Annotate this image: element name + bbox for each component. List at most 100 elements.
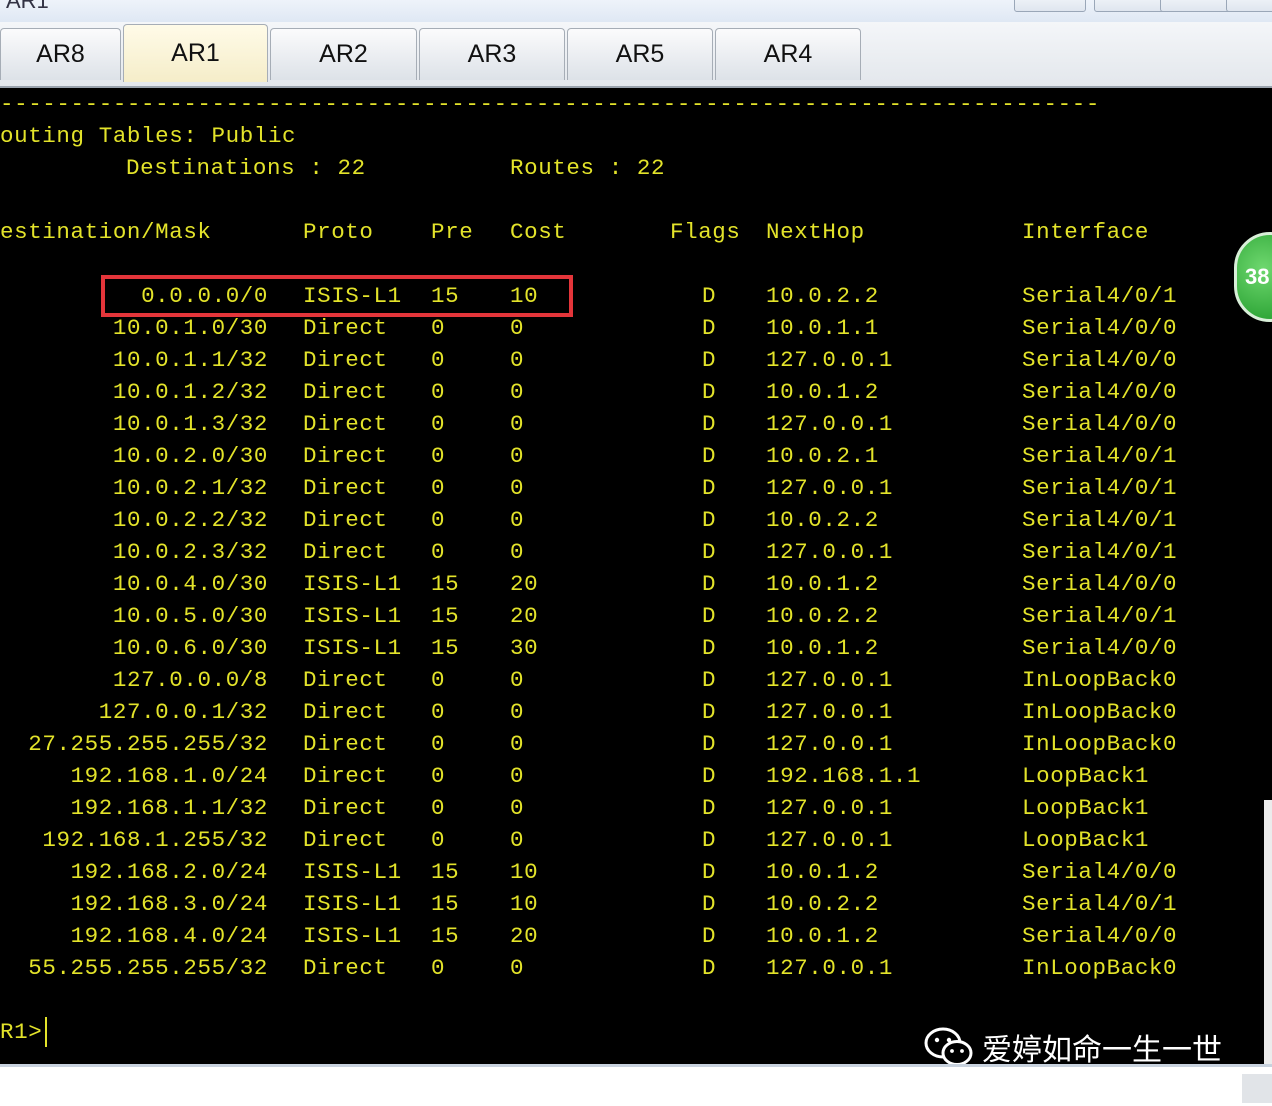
route-flags: D [702, 283, 717, 309]
route-proto: ISIS-L1 [303, 891, 402, 917]
route-interface: Serial4/0/0 [1022, 379, 1178, 405]
route-proto: Direct [303, 955, 388, 981]
route-flags: D [702, 411, 717, 437]
route-interface: LoopBack1 [1022, 763, 1149, 789]
route-nexthop: 10.0.2.1 [766, 443, 879, 469]
tab-ar2[interactable]: AR2 [270, 28, 417, 80]
route-interface: Serial4/0/0 [1022, 411, 1178, 437]
route-interface: Serial4/0/1 [1022, 283, 1178, 309]
route-cost: 0 [510, 795, 525, 821]
route-flags: D [702, 571, 717, 597]
route-interface: Serial4/0/0 [1022, 923, 1178, 949]
route-interface: Serial4/0/1 [1022, 443, 1178, 469]
route-nexthop: 127.0.0.1 [766, 699, 893, 725]
route-cost: 20 [510, 923, 539, 949]
default-route-highlight [101, 275, 573, 317]
route-flags: D [702, 635, 717, 661]
route-interface: Serial4/0/1 [1022, 603, 1178, 629]
header-nexthop: NextHop [766, 219, 865, 245]
text-cursor [45, 1017, 47, 1047]
route-flags: D [702, 443, 717, 469]
tab-ar8[interactable]: AR8 [0, 28, 121, 80]
route-interface: Serial4/0/0 [1022, 635, 1178, 661]
route-interface: Serial4/0/1 [1022, 475, 1178, 501]
scrollbar-track[interactable] [1264, 800, 1272, 1064]
tab-ar3[interactable]: AR3 [419, 28, 565, 80]
route-proto: ISIS-L1 [303, 859, 402, 885]
destinations-count: Destinations : 22 [126, 155, 366, 181]
route-dest: 192.168.2.0/24 [70, 859, 268, 885]
route-flags: D [702, 667, 717, 693]
tab-ar1[interactable]: AR1 [123, 24, 268, 82]
close-button[interactable] [1226, 0, 1272, 12]
route-flags: D [702, 795, 717, 821]
watermark-text: 爱婷如命一生一世 [982, 1033, 1222, 1064]
tab-ar5[interactable]: AR5 [567, 28, 713, 80]
route-cost: 0 [510, 699, 525, 725]
route-interface: InLoopBack0 [1022, 699, 1178, 725]
watermark: 爱婷如命一生一世 [924, 1025, 1222, 1064]
route-pre: 0 [431, 699, 446, 725]
route-dest: 127.0.0.0/8 [112, 667, 268, 693]
route-proto: ISIS-L1 [303, 603, 402, 629]
maximize-button[interactable] [1160, 0, 1232, 12]
route-interface: LoopBack1 [1022, 795, 1149, 821]
route-cost: 0 [510, 347, 525, 373]
route-cost: 10 [510, 859, 539, 885]
route-cost: 0 [510, 955, 525, 981]
route-interface: InLoopBack0 [1022, 955, 1178, 981]
route-proto: Direct [303, 379, 388, 405]
route-interface: Serial4/0/1 [1022, 539, 1178, 565]
route-nexthop: 10.0.2.2 [766, 603, 879, 629]
separator-line: ----------------------------------------… [0, 91, 1100, 117]
route-nexthop: 127.0.0.1 [766, 955, 893, 981]
route-pre: 15 [431, 859, 460, 885]
route-flags: D [702, 539, 717, 565]
route-proto: Direct [303, 475, 388, 501]
route-pre: 0 [431, 763, 446, 789]
route-nexthop: 127.0.0.1 [766, 795, 893, 821]
header-flags: Flags [670, 219, 741, 245]
routes-count: Routes : 22 [510, 155, 666, 181]
route-dest: 192.168.1.255/32 [42, 827, 268, 853]
route-flags: D [702, 315, 717, 341]
route-proto: Direct [303, 827, 388, 853]
route-nexthop: 10.0.1.2 [766, 571, 879, 597]
tab-ar4[interactable]: AR4 [715, 28, 861, 80]
terminal-console[interactable]: ----------------------------------------… [0, 88, 1272, 1064]
route-pre: 0 [431, 667, 446, 693]
route-pre: 0 [431, 955, 446, 981]
route-cost: 0 [510, 315, 525, 341]
minimize-button[interactable] [1094, 0, 1166, 12]
route-dest: 55.255.255.255/32 [28, 955, 268, 981]
route-nexthop: 127.0.0.1 [766, 667, 893, 693]
route-pre: 15 [431, 923, 460, 949]
route-dest: 10.0.1.2/32 [112, 379, 268, 405]
route-proto: ISIS-L1 [303, 635, 402, 661]
route-pre: 0 [431, 731, 446, 757]
route-cost: 0 [510, 731, 525, 757]
route-cost: 0 [510, 379, 525, 405]
route-dest: 27.255.255.255/32 [28, 731, 268, 757]
route-pre: 0 [431, 795, 446, 821]
route-nexthop: 10.0.1.2 [766, 859, 879, 885]
route-proto: Direct [303, 795, 388, 821]
route-interface: Serial4/0/0 [1022, 859, 1178, 885]
route-dest: 10.0.4.0/30 [112, 571, 268, 597]
route-interface: Serial4/0/0 [1022, 347, 1178, 373]
route-pre: 0 [431, 539, 446, 565]
cli-prompt: R1> [0, 1019, 43, 1045]
header-destination: estination/Mask [0, 219, 212, 245]
route-proto: Direct [303, 347, 388, 373]
route-interface: LoopBack1 [1022, 827, 1149, 853]
route-pre: 15 [431, 891, 460, 917]
wechat-icon [924, 1027, 973, 1064]
header-pre: Pre [431, 219, 474, 245]
restore-button[interactable] [1014, 0, 1086, 12]
route-dest: 192.168.1.1/32 [70, 795, 268, 821]
route-nexthop: 127.0.0.1 [766, 827, 893, 853]
route-nexthop: 127.0.0.1 [766, 731, 893, 757]
route-nexthop: 127.0.0.1 [766, 347, 893, 373]
route-flags: D [702, 699, 717, 725]
route-cost: 0 [510, 763, 525, 789]
